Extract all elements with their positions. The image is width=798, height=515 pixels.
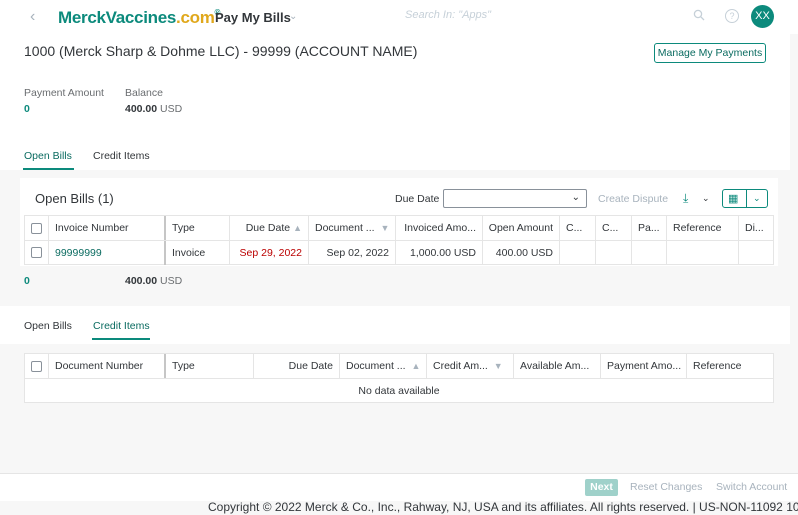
reset-changes-button[interactable]: Reset Changes	[630, 481, 702, 493]
summary-payment-amount: 0	[24, 275, 30, 287]
balance-label: Balance	[125, 87, 163, 99]
credit-items-section-header: Open Bills Credit Items	[0, 306, 790, 344]
column-reference[interactable]: Reference	[667, 216, 739, 240]
due-date-label: Due Date	[395, 193, 440, 205]
payment-amount-label: Payment Amount	[24, 87, 104, 99]
column-payment-amount[interactable]: Payment Amo...	[601, 354, 687, 378]
column-invoice-number[interactable]: Invoice Number	[49, 216, 166, 240]
column-di[interactable]: Di...	[739, 216, 775, 240]
cell-due-date: Sep 29, 2022	[230, 241, 309, 265]
invoice-number-link[interactable]: 99999999	[49, 241, 166, 265]
table-row[interactable]: 99999999 Invoice Sep 29, 2022 Sep 02, 20…	[25, 241, 773, 265]
column-due-date[interactable]: Due Date ▲	[230, 216, 309, 240]
column-open-amount[interactable]: Open Amount	[483, 216, 560, 240]
row-checkbox[interactable]	[31, 247, 42, 258]
tab-underline	[92, 338, 150, 340]
column-pa[interactable]: Pa...	[632, 216, 667, 240]
search-input[interactable]: Search In: "Apps"	[405, 9, 491, 21]
tab-credit-items[interactable]: Credit Items	[93, 320, 150, 332]
column-c1[interactable]: C...	[560, 216, 596, 240]
search-icon[interactable]	[693, 9, 705, 21]
payment-amount-value: 0	[24, 103, 30, 115]
column-c2[interactable]: C...	[596, 216, 632, 240]
next-button[interactable]: Next	[585, 479, 618, 496]
tab-credit-items[interactable]: Credit Items	[93, 150, 150, 162]
chevron-down-icon[interactable]: ⌄	[289, 11, 297, 22]
switch-account-button[interactable]: Switch Account	[716, 481, 787, 493]
cell-invoiced-amount: 1,000.00 USD	[396, 241, 483, 265]
column-type[interactable]: Type	[166, 216, 230, 240]
app-title[interactable]: Pay My Bills	[215, 10, 291, 25]
no-data-message: No data available	[358, 385, 440, 397]
column-available-amount[interactable]: Available Am...	[514, 354, 601, 378]
object-header: 1000 (Merck Sharp & Dohme LLC) - 99999 (…	[0, 34, 790, 170]
filter-icon: ▼	[380, 223, 390, 233]
page-title: 1000 (Merck Sharp & Dohme LLC) - 99999 (…	[24, 43, 418, 59]
manage-payments-button[interactable]: Manage My Payments	[654, 43, 766, 63]
sort-ascending-icon: ▲	[411, 361, 421, 371]
brand-logo[interactable]: MerckVaccines.com®	[58, 8, 220, 28]
column-reference[interactable]: Reference	[687, 354, 775, 378]
cell-document-date: Sep 02, 2022	[309, 241, 396, 265]
back-icon[interactable]: ‹	[30, 8, 35, 26]
avatar[interactable]: XX	[751, 5, 774, 28]
export-split-button[interactable]: ▦ ⌄	[722, 189, 768, 208]
cell-type: Invoice	[166, 241, 230, 265]
shell-bar: ‹ MerckVaccines.com® Pay My Bills ⌄ Sear…	[0, 0, 798, 34]
download-icon[interactable]: ⤓	[683, 191, 688, 206]
summary-balance: 400.00 USD	[125, 275, 183, 287]
chevron-down-icon: ⌄	[753, 193, 761, 203]
credit-items-table: Document Number Type Due Date Document .…	[24, 353, 774, 403]
filter-icon: ▼	[493, 361, 503, 371]
column-invoiced-amount[interactable]: Invoiced Amo...	[396, 216, 483, 240]
chevron-down-icon[interactable]: ⌄	[702, 193, 710, 204]
create-dispute-button[interactable]: Create Dispute	[598, 193, 668, 205]
column-credit-amount[interactable]: Credit Am... ▼	[427, 354, 514, 378]
cell-open-amount: 400.00 USD	[483, 241, 560, 265]
copyright-text: Copyright © 2022 Merck & Co., Inc., Rahw…	[208, 500, 798, 514]
balance-value: 400.00 USD	[125, 103, 183, 115]
sort-ascending-icon: ▲	[293, 223, 302, 233]
tab-underline	[23, 168, 74, 170]
select-all-checkbox[interactable]	[31, 361, 42, 372]
due-date-select[interactable]: ⌄	[443, 189, 587, 208]
help-icon[interactable]: ?	[725, 9, 739, 23]
column-type[interactable]: Type	[166, 354, 254, 378]
column-due-date[interactable]: Due Date	[254, 354, 340, 378]
open-bills-table: Invoice Number Type Due Date ▲ Document .…	[24, 215, 774, 265]
column-document-date[interactable]: Document ... ▲	[340, 354, 427, 378]
open-bills-title: Open Bills (1)	[35, 191, 114, 206]
column-document-date[interactable]: Document ... ▼	[309, 216, 396, 240]
table-header-row: Invoice Number Type Due Date ▲ Document .…	[25, 216, 773, 241]
tab-open-bills[interactable]: Open Bills	[24, 150, 72, 162]
spreadsheet-icon: ▦	[728, 193, 739, 205]
table-header-row: Document Number Type Due Date Document .…	[25, 354, 773, 379]
tab-open-bills[interactable]: Open Bills	[24, 320, 72, 332]
column-document-number[interactable]: Document Number	[49, 354, 166, 378]
select-all-checkbox[interactable]	[31, 223, 42, 234]
chevron-down-icon: ⌄	[571, 192, 580, 203]
